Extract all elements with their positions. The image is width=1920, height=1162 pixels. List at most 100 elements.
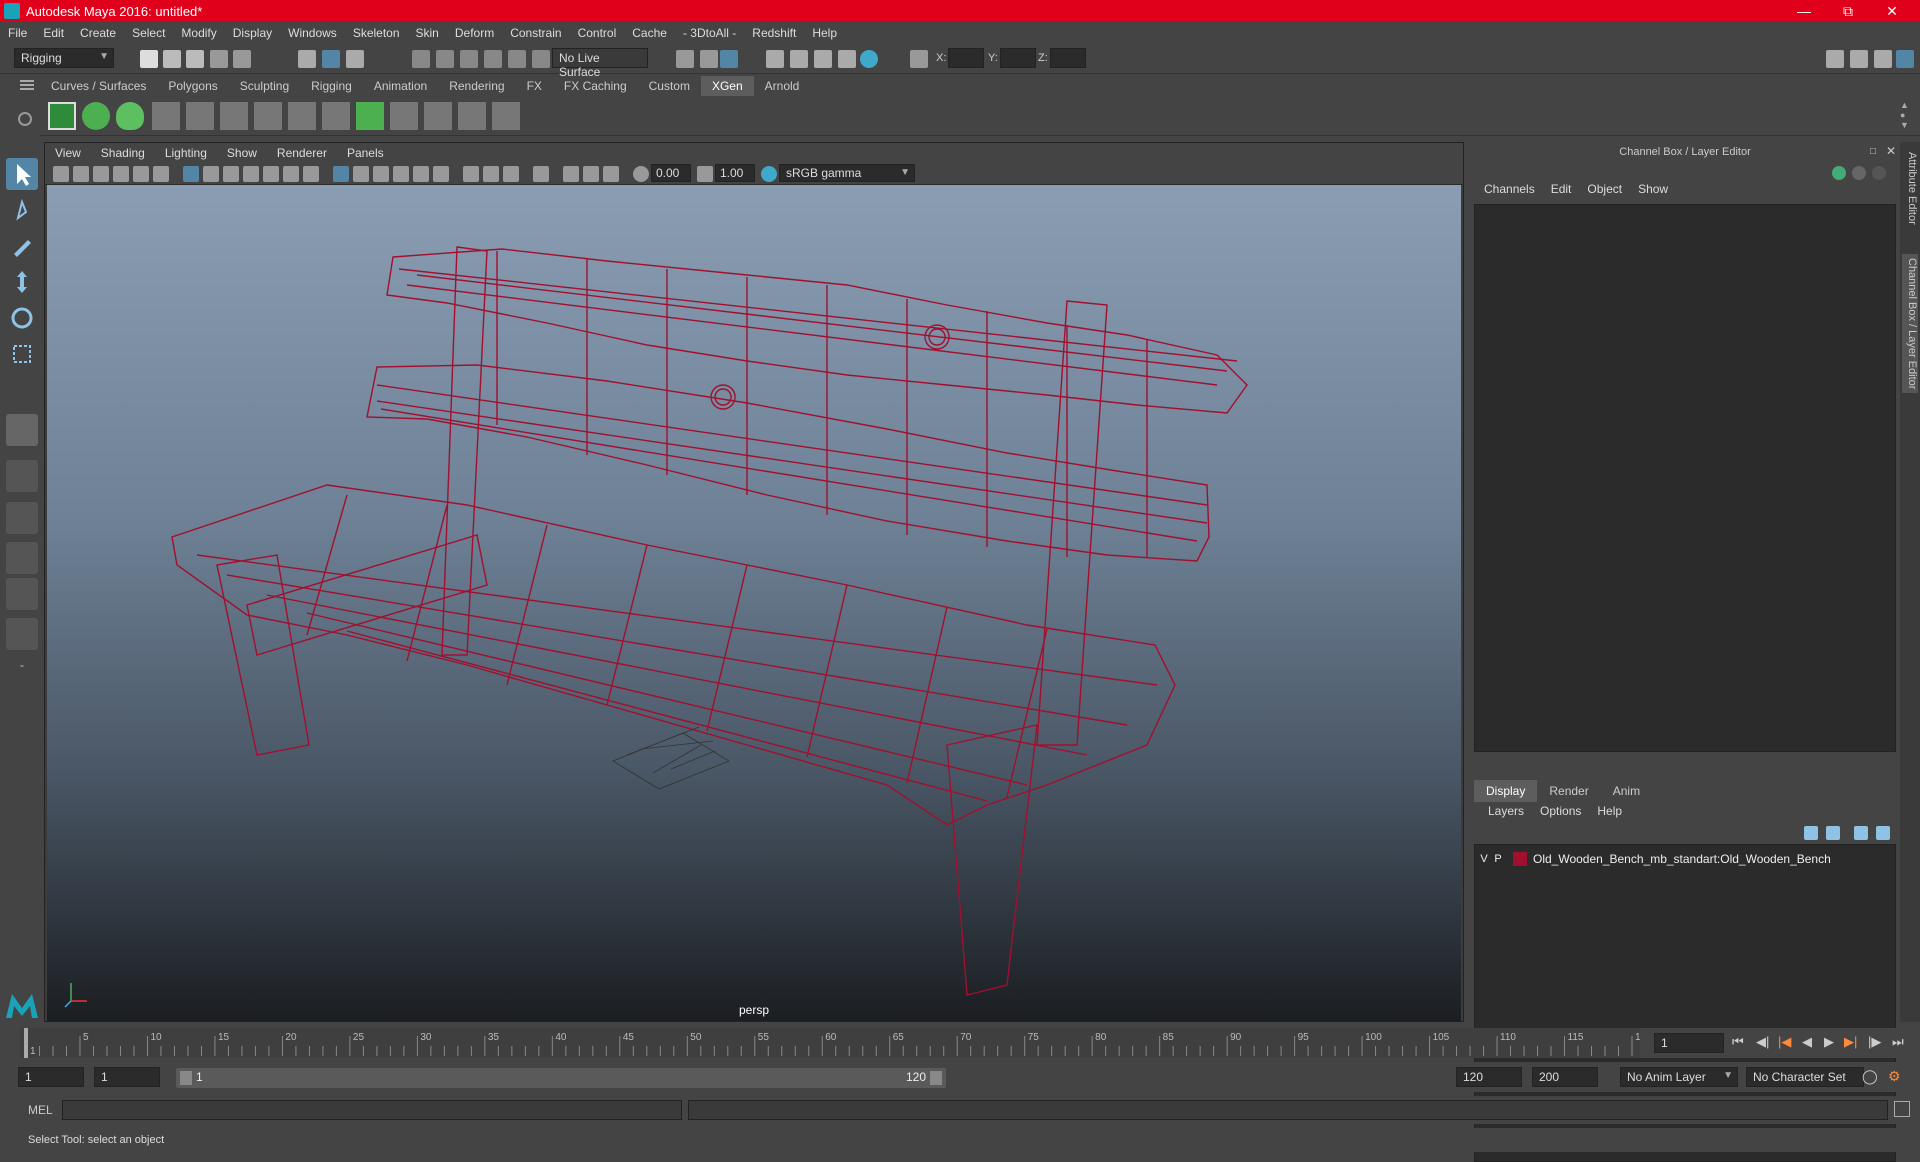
- attribute-editor-toggle-icon[interactable]: [1850, 50, 1868, 68]
- render-frame-icon[interactable]: [700, 50, 718, 68]
- snap-curve-icon[interactable]: [436, 50, 454, 68]
- new-layer-selected-icon[interactable]: [1876, 826, 1890, 840]
- character-set-dropdown[interactable]: No Character Set: [1746, 1067, 1864, 1087]
- menu-redshift[interactable]: Redshift: [744, 26, 804, 40]
- xgen-sculpt-guide-icon[interactable]: [254, 102, 282, 130]
- xgen-length-icon[interactable]: [458, 102, 486, 130]
- select-object-icon[interactable]: [322, 50, 340, 68]
- vp-menu-renderer[interactable]: Renderer: [267, 146, 337, 160]
- paint-select-tool-icon[interactable]: [6, 230, 38, 262]
- xgen-guides-icon[interactable]: [322, 102, 350, 130]
- grease-pencil-icon[interactable]: [153, 166, 169, 182]
- channel-box-toggle-icon[interactable]: [1896, 50, 1914, 68]
- motion-blur-icon[interactable]: [583, 166, 599, 182]
- close-panel-icon[interactable]: ✕: [1886, 144, 1896, 158]
- modeling-toolkit-icon[interactable]: [1826, 50, 1844, 68]
- layout-side-by-side-icon[interactable]: [6, 502, 38, 534]
- tab-attribute-editor[interactable]: Attribute Editor: [1902, 152, 1918, 225]
- go-to-start-icon[interactable]: ⏮: [1732, 1034, 1744, 1050]
- open-scene-icon[interactable]: [163, 50, 181, 68]
- transform-mode-icon[interactable]: [910, 50, 928, 68]
- tool-settings-icon[interactable]: [1874, 50, 1892, 68]
- new-scene-icon[interactable]: [140, 50, 158, 68]
- restore-icon[interactable]: ⧉: [1826, 0, 1870, 22]
- move-layer-up-icon[interactable]: [1804, 826, 1818, 840]
- textured-icon[interactable]: [393, 166, 409, 182]
- shelf-tab-polygons[interactable]: Polygons: [157, 76, 228, 96]
- live-surface-field[interactable]: No Live Surface: [552, 48, 648, 79]
- range-start-handle[interactable]: [180, 1071, 192, 1085]
- shelf-settings-icon[interactable]: [18, 112, 32, 126]
- color-management-icon[interactable]: [761, 166, 777, 182]
- animation-prefs-icon[interactable]: ⚙: [1888, 1068, 1901, 1085]
- snap-surface-icon[interactable]: [508, 50, 526, 68]
- le-menu-layers[interactable]: Layers: [1480, 804, 1532, 818]
- move-layer-down-icon[interactable]: [1826, 826, 1840, 840]
- menu-create[interactable]: Create: [72, 26, 124, 40]
- menu-constrain[interactable]: Constrain: [502, 26, 569, 40]
- shelf-tab-rendering[interactable]: Rendering: [438, 76, 515, 96]
- xgen-cut-icon[interactable]: [390, 102, 418, 130]
- shadows-icon[interactable]: [433, 166, 449, 182]
- film-gate-icon[interactable]: [203, 166, 219, 182]
- isolate-select-icon[interactable]: [533, 166, 549, 182]
- select-hierarchy-icon[interactable]: [298, 50, 316, 68]
- manipulator-icon[interactable]: [1832, 166, 1846, 180]
- current-frame-field[interactable]: 1: [1654, 1033, 1724, 1053]
- select-tool-icon[interactable]: [6, 158, 38, 190]
- render-view-icon[interactable]: [814, 50, 832, 68]
- exposure-field[interactable]: 0.00: [651, 164, 691, 182]
- z-field[interactable]: [1050, 48, 1086, 68]
- y-field[interactable]: [1000, 48, 1036, 68]
- xgen-add-guide-icon[interactable]: [220, 102, 248, 130]
- lasso-tool-icon[interactable]: [6, 194, 38, 226]
- vp-menu-shading[interactable]: Shading: [91, 146, 155, 160]
- le-menu-help[interactable]: Help: [1589, 804, 1630, 818]
- layer-visibility-toggle[interactable]: V: [1477, 853, 1491, 865]
- channel-box-body[interactable]: [1474, 204, 1896, 752]
- range-end-handle[interactable]: [930, 1071, 942, 1085]
- script-editor-icon[interactable]: [1894, 1101, 1910, 1117]
- construction-history-icon[interactable]: [676, 50, 694, 68]
- xgen-preview-icon[interactable]: [82, 102, 110, 130]
- tab-anim[interactable]: Anim: [1601, 780, 1652, 802]
- snap-magnet-icon[interactable]: [532, 50, 550, 68]
- le-menu-options[interactable]: Options: [1532, 804, 1589, 818]
- layer-row[interactable]: V P Old_Wooden_Bench_mb_standart:Old_Woo…: [1477, 849, 1893, 869]
- backface-culling-icon[interactable]: [503, 166, 519, 182]
- hypershade-icon[interactable]: [790, 50, 808, 68]
- close-icon[interactable]: ✕: [1870, 0, 1914, 22]
- end-time-field[interactable]: 200: [1532, 1067, 1598, 1087]
- grid-toggle-icon[interactable]: [183, 166, 199, 182]
- go-to-end-icon[interactable]: ⏭: [1892, 1034, 1904, 1050]
- shelf-tab-sculpting[interactable]: Sculpting: [229, 76, 300, 96]
- menuset-dropdown[interactable]: Rigging ▼: [14, 48, 114, 68]
- command-language-label[interactable]: MEL: [28, 1103, 53, 1117]
- time-slider[interactable]: 1 5 10 15 20 25 30 35 40 45 50 55 60 65 70 75 80 85 90 95 10…: [20, 1028, 1652, 1058]
- vp-menu-panels[interactable]: Panels: [337, 146, 394, 160]
- layout-persp-graph-icon[interactable]: [6, 542, 38, 574]
- toolbox-collapse-icon[interactable]: -: [6, 658, 38, 678]
- gamma-field[interactable]: 1.00: [715, 164, 755, 182]
- move-tool-icon[interactable]: [6, 266, 38, 298]
- cb-menu-show[interactable]: Show: [1630, 182, 1676, 196]
- xgen-place-guide-icon[interactable]: [186, 102, 214, 130]
- layout-persp-outliner-icon[interactable]: [6, 578, 38, 610]
- hyperbolic-icon[interactable]: [1872, 166, 1886, 180]
- playback-start-field[interactable]: 1: [94, 1067, 160, 1087]
- gamma-icon[interactable]: [697, 166, 713, 182]
- start-time-field[interactable]: 1: [18, 1067, 84, 1087]
- shelf-scroll-icon[interactable]: ▲ ● ▼: [1900, 100, 1909, 130]
- xgen-editor-icon[interactable]: [48, 102, 76, 130]
- float-panel-icon[interactable]: □: [1870, 146, 1876, 157]
- perspective-viewport[interactable]: persp: [47, 185, 1461, 1021]
- menu-windows[interactable]: Windows: [280, 26, 345, 40]
- command-input[interactable]: [62, 1100, 682, 1120]
- anim-layer-dropdown[interactable]: No Anim Layer ▼: [1620, 1067, 1738, 1087]
- layout-hypershade-icon[interactable]: [6, 618, 38, 650]
- xgen-lock-icon[interactable]: [288, 102, 316, 130]
- xgen-clump-icon[interactable]: [492, 102, 520, 130]
- smooth-shade-icon[interactable]: [353, 166, 369, 182]
- speed-icon[interactable]: [1852, 166, 1866, 180]
- shelf-menu-icon[interactable]: [20, 80, 34, 90]
